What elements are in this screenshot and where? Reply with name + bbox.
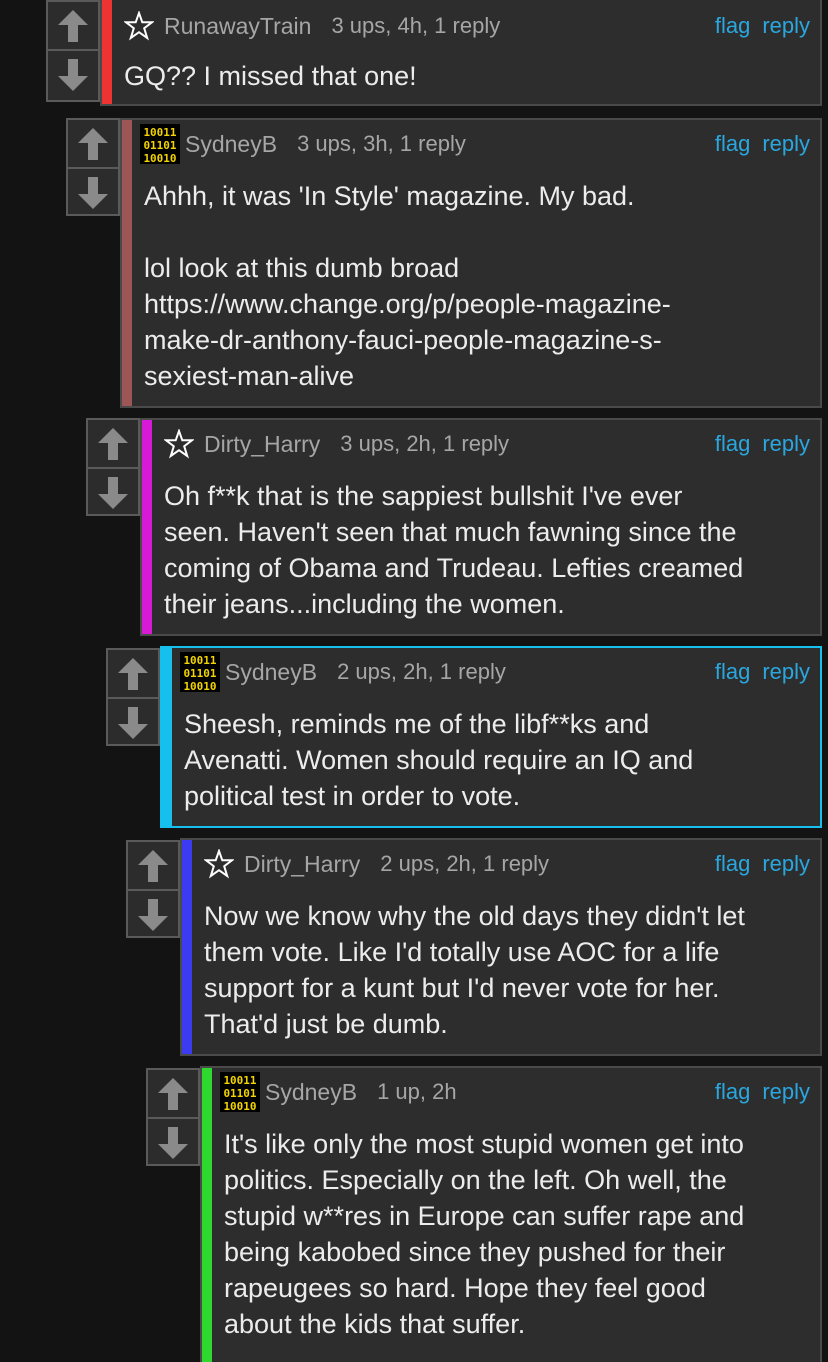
svg-text:10010: 10010 bbox=[183, 680, 216, 692]
upvote-button[interactable] bbox=[108, 650, 158, 697]
comment: Dirty_Harry 2 ups, 2h, 1 reply flag repl… bbox=[126, 838, 822, 1056]
vote-controls bbox=[106, 648, 160, 746]
username[interactable]: SydneyB bbox=[225, 659, 317, 686]
svg-text:01101: 01101 bbox=[183, 667, 216, 680]
flag-link[interactable]: flag bbox=[715, 1079, 750, 1105]
comment-meta: 2 ups, 2h, 1 reply bbox=[380, 851, 550, 876]
thread-color-bar bbox=[202, 1068, 212, 1362]
comment-box: RunawayTrain 3 ups, 4h, 1 reply flag rep… bbox=[100, 0, 822, 106]
comment: Dirty_Harry 3 ups, 2h, 1 reply flag repl… bbox=[86, 418, 822, 636]
star-icon bbox=[164, 429, 194, 459]
comment-meta: 3 ups, 4h, 1 reply bbox=[331, 13, 501, 38]
comment-text: Now we know why the old days they didn't… bbox=[204, 901, 745, 1039]
thread-color-bar bbox=[122, 120, 132, 406]
vote-controls bbox=[126, 840, 180, 938]
username[interactable]: SydneyB bbox=[185, 131, 277, 158]
svg-text:01101: 01101 bbox=[223, 1087, 256, 1100]
comment-box: 10011 01101 10010 SydneyB 1 up, 2h flag re… bbox=[200, 1066, 822, 1362]
comment-meta: 1 up, 2h bbox=[377, 1079, 457, 1104]
upvote-button[interactable] bbox=[88, 420, 138, 467]
downvote-button[interactable] bbox=[108, 697, 158, 746]
arrow-down-icon bbox=[158, 1126, 188, 1159]
star-icon bbox=[124, 11, 154, 41]
downvote-button[interactable] bbox=[148, 1117, 198, 1166]
downvote-button[interactable] bbox=[68, 167, 118, 216]
upvote-button[interactable] bbox=[148, 1070, 198, 1117]
flag-link[interactable]: flag bbox=[715, 13, 750, 39]
comment: RunawayTrain 3 ups, 4h, 1 reply flag rep… bbox=[46, 0, 822, 106]
arrow-down-icon bbox=[78, 176, 108, 209]
comment-header: 10011 01101 10010 SydneyB 1 up, 2h flag re… bbox=[220, 1072, 810, 1112]
svg-text:10011: 10011 bbox=[183, 654, 216, 667]
comment-text: GQ?? I missed that one! bbox=[124, 61, 417, 91]
comment-box: Dirty_Harry 2 ups, 2h, 1 reply flag repl… bbox=[180, 838, 822, 1056]
arrow-up-icon bbox=[138, 849, 168, 882]
flag-link[interactable]: flag bbox=[715, 131, 750, 157]
username[interactable]: Dirty_Harry bbox=[204, 431, 320, 458]
vote-controls bbox=[86, 418, 140, 516]
svg-text:10011: 10011 bbox=[143, 126, 176, 139]
vote-controls bbox=[66, 118, 120, 216]
thread-color-bar bbox=[182, 840, 192, 1054]
comment-text: Sheesh, reminds me of the libf**ks and A… bbox=[184, 709, 694, 811]
flag-link[interactable]: flag bbox=[715, 431, 750, 457]
comment: 10011 01101 10010 SydneyB 1 up, 2h flag re… bbox=[146, 1066, 822, 1362]
arrow-up-icon bbox=[98, 427, 128, 460]
username[interactable]: Dirty_Harry bbox=[244, 851, 360, 878]
downvote-button[interactable] bbox=[48, 49, 98, 98]
downvote-button[interactable] bbox=[128, 889, 178, 938]
flag-link[interactable]: flag bbox=[715, 659, 750, 685]
downvote-button[interactable] bbox=[88, 467, 138, 516]
svg-text:10011: 10011 bbox=[223, 1074, 256, 1087]
thread-color-bar bbox=[102, 0, 112, 104]
reply-link[interactable]: reply bbox=[762, 131, 810, 157]
binary-avatar-icon: 100110110110010 bbox=[140, 124, 180, 164]
arrow-up-icon bbox=[58, 9, 88, 42]
arrow-down-icon bbox=[58, 58, 88, 91]
reply-link[interactable]: reply bbox=[762, 1079, 810, 1105]
comment-header: RunawayTrain 3 ups, 4h, 1 reply flag rep… bbox=[124, 8, 810, 44]
star-icon bbox=[204, 849, 234, 879]
comment-meta: 3 ups, 2h, 1 reply bbox=[340, 431, 510, 456]
upvote-button[interactable] bbox=[48, 2, 98, 49]
username[interactable]: RunawayTrain bbox=[164, 13, 311, 40]
comment: 10011 01101 10010 SydneyB 2 ups, 2h, 1 rep… bbox=[106, 646, 822, 828]
comment-meta: 3 ups, 3h, 1 reply bbox=[297, 131, 466, 156]
comment-header: 10011 01101 10010 SydneyB 2 ups, 2h, 1 rep… bbox=[180, 652, 810, 692]
reply-link[interactable]: reply bbox=[762, 431, 810, 457]
comment: 10011 01101 10010 SydneyB 3 ups, 3h, 1 rep… bbox=[66, 118, 822, 408]
arrow-up-icon bbox=[158, 1077, 188, 1110]
arrow-down-icon bbox=[118, 706, 148, 739]
upvote-button[interactable] bbox=[128, 842, 178, 889]
arrow-down-icon bbox=[98, 476, 128, 509]
comment-text: Oh f**k that is the sappiest bullshit I'… bbox=[164, 481, 744, 619]
comment-box: 10011 01101 10010 SydneyB 3 ups, 3h, 1 rep… bbox=[120, 118, 822, 408]
username[interactable]: SydneyB bbox=[265, 1079, 357, 1106]
thread-color-bar bbox=[142, 420, 152, 634]
comment-meta: 2 ups, 2h, 1 reply bbox=[337, 659, 506, 684]
arrow-up-icon bbox=[118, 657, 148, 690]
reply-link[interactable]: reply bbox=[762, 659, 810, 685]
thread-color-bar bbox=[162, 648, 172, 826]
reply-link[interactable]: reply bbox=[762, 13, 810, 39]
comment-header: 10011 01101 10010 SydneyB 3 ups, 3h, 1 rep… bbox=[140, 124, 810, 164]
comment-text: It's like only the most stupid women get… bbox=[224, 1129, 745, 1339]
vote-controls bbox=[46, 0, 100, 102]
upvote-button[interactable] bbox=[68, 120, 118, 167]
svg-text:10010: 10010 bbox=[223, 1100, 256, 1112]
vote-controls bbox=[146, 1068, 200, 1166]
comment-header: Dirty_Harry 2 ups, 2h, 1 reply flag repl… bbox=[204, 846, 810, 882]
comment-box: 10011 01101 10010 SydneyB 2 ups, 2h, 1 rep… bbox=[160, 646, 822, 828]
comment-text: Ahhh, it was 'In Style' magazine. My bad… bbox=[144, 181, 671, 391]
svg-text:10010: 10010 bbox=[143, 152, 176, 164]
binary-avatar-icon: 100110110110010 bbox=[220, 1072, 260, 1112]
arrow-up-icon bbox=[78, 127, 108, 160]
binary-avatar-icon: 100110110110010 bbox=[180, 652, 220, 692]
arrow-down-icon bbox=[138, 898, 168, 931]
reply-link[interactable]: reply bbox=[762, 851, 810, 877]
svg-text:01101: 01101 bbox=[143, 139, 176, 152]
flag-link[interactable]: flag bbox=[715, 851, 750, 877]
comment-box: Dirty_Harry 3 ups, 2h, 1 reply flag repl… bbox=[140, 418, 822, 636]
comment-header: Dirty_Harry 3 ups, 2h, 1 reply flag repl… bbox=[164, 426, 810, 462]
